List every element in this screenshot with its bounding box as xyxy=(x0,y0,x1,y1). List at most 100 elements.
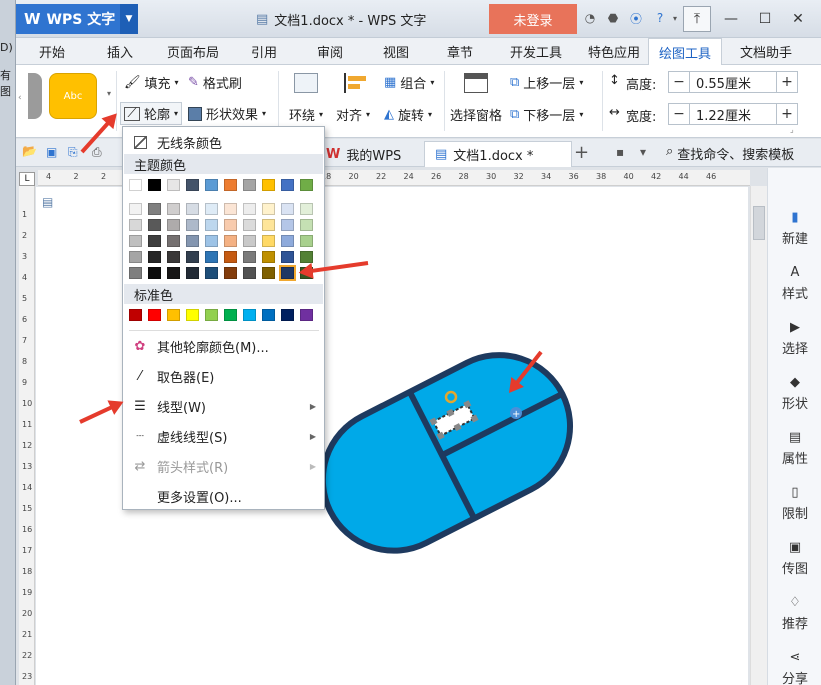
tab-doc-assistant[interactable]: 文档助手 xyxy=(728,38,804,65)
height-input[interactable]: 0.55厘米 xyxy=(689,72,777,92)
group-button[interactable]: ▦ 组合 ▾ xyxy=(384,73,434,92)
theme-color-swatch[interactable] xyxy=(148,267,161,279)
standard-color-swatch[interactable] xyxy=(205,309,218,321)
theme-color-swatch[interactable] xyxy=(262,251,275,263)
menu-more-outline-colors[interactable]: ✿ 其他轮廓颜色(M)... xyxy=(123,331,324,361)
tab-drawing-tools[interactable]: 绘图工具 xyxy=(648,38,722,66)
save-icon[interactable]: ▣ xyxy=(46,145,57,159)
theme-color-swatch[interactable] xyxy=(148,179,161,191)
width-input[interactable]: 1.22厘米 xyxy=(689,104,777,124)
selection-pane-button[interactable]: 选择窗格 xyxy=(450,105,502,124)
tab-list-icon[interactable]: ▪ xyxy=(616,145,624,159)
panel-shape[interactable]: ◆ 形状 xyxy=(768,375,821,412)
new-tab-button[interactable]: + xyxy=(574,142,589,163)
menu-eyedropper[interactable]: ⁄ 取色器(E) xyxy=(123,361,324,391)
theme-color-swatch[interactable] xyxy=(129,235,142,247)
theme-color-swatch[interactable] xyxy=(186,251,199,263)
theme-color-swatch[interactable] xyxy=(224,235,237,247)
fill-button[interactable]: 🖌 填充 ▾ xyxy=(124,73,179,92)
tab-special[interactable]: 特色应用 xyxy=(578,38,650,65)
theme-color-swatch[interactable] xyxy=(148,251,161,263)
tab-menu-icon[interactable]: ▾ xyxy=(640,145,646,159)
tab-page-layout[interactable]: 页面布局 xyxy=(156,38,230,65)
standard-color-swatch[interactable] xyxy=(129,309,142,321)
theme-color-swatch[interactable] xyxy=(205,203,218,215)
standard-color-swatch[interactable] xyxy=(281,309,294,321)
theme-color-swatch[interactable] xyxy=(167,203,180,215)
theme-color-swatch[interactable] xyxy=(300,235,313,247)
theme-color-swatch[interactable] xyxy=(205,267,218,279)
theme-color-swatch[interactable] xyxy=(224,251,237,263)
theme-color-swatch[interactable] xyxy=(205,179,218,191)
tab-chapter[interactable]: 章节 xyxy=(436,38,484,65)
menu-dash-type[interactable]: ┄ 虚线线型(S) ▶ xyxy=(123,421,324,451)
bring-forward-button[interactable]: ⧉ 上移一层 ▾ xyxy=(510,73,583,92)
theme-color-swatch[interactable] xyxy=(129,179,142,191)
restore-up-icon[interactable]: ⤒ xyxy=(683,6,711,32)
minimize-icon[interactable]: — xyxy=(717,6,745,32)
standard-color-swatch[interactable] xyxy=(300,309,313,321)
theme-color-swatch[interactable] xyxy=(129,219,142,231)
selection-pane-icon[interactable] xyxy=(464,73,488,93)
theme-color-swatch[interactable] xyxy=(300,179,313,191)
theme-color-swatch[interactable] xyxy=(224,203,237,215)
theme-color-swatch[interactable] xyxy=(129,251,142,263)
standard-color-swatch[interactable] xyxy=(262,309,275,321)
theme-color-swatch[interactable] xyxy=(279,265,296,281)
tab-my-wps[interactable]: W 我的WPS xyxy=(316,141,411,167)
width-minus-button[interactable]: − xyxy=(669,104,689,124)
theme-color-swatch[interactable] xyxy=(148,203,161,215)
maximize-icon[interactable]: ☐ xyxy=(751,6,779,32)
style-preview-abc[interactable]: Abc xyxy=(49,73,97,119)
share-icon[interactable]: ⦿ xyxy=(629,11,643,26)
theme-color-swatch[interactable] xyxy=(262,267,275,279)
vertical-scrollbar[interactable] xyxy=(750,186,767,685)
theme-color-swatch[interactable] xyxy=(186,203,199,215)
theme-color-swatch[interactable] xyxy=(281,219,294,231)
tab-document1[interactable]: ▤ 文档1.docx * xyxy=(424,141,572,167)
theme-color-swatch[interactable] xyxy=(262,235,275,247)
theme-color-swatch[interactable] xyxy=(262,219,275,231)
theme-color-swatch[interactable] xyxy=(186,219,199,231)
panel-new[interactable]: ▮ 新建 xyxy=(768,210,821,247)
theme-color-swatch[interactable] xyxy=(167,235,180,247)
close-icon[interactable]: ✕ xyxy=(784,6,812,32)
theme-color-swatch[interactable] xyxy=(300,203,313,215)
standard-color-swatch[interactable] xyxy=(186,309,199,321)
app-menu-dropdown-icon[interactable]: ▼ xyxy=(120,4,138,34)
theme-color-swatch[interactable] xyxy=(205,235,218,247)
dialog-launcher-icon[interactable]: ⌟ xyxy=(790,125,794,134)
print-icon[interactable]: ⎙ xyxy=(92,145,102,160)
open-icon[interactable]: 📂 xyxy=(22,144,37,158)
align-icon[interactable] xyxy=(344,73,368,93)
theme-color-swatch[interactable] xyxy=(243,235,256,247)
send-backward-button[interactable]: ⧉ 下移一层 ▾ xyxy=(510,105,583,124)
theme-color-swatch[interactable] xyxy=(281,203,294,215)
theme-color-swatch[interactable] xyxy=(243,203,256,215)
settings-icon[interactable]: ⬣ xyxy=(606,11,620,25)
theme-color-swatch[interactable] xyxy=(281,251,294,263)
tab-view[interactable]: 视图 xyxy=(372,38,420,65)
shape-effect-button[interactable]: 形状效果 ▾ xyxy=(188,104,266,123)
theme-color-swatch[interactable] xyxy=(129,203,142,215)
panel-share[interactable]: ⋖ 分享 xyxy=(768,650,821,685)
output-icon[interactable]: ⎘ xyxy=(68,145,78,160)
outline-button[interactable]: ⟋ 轮廓 ▾ xyxy=(120,102,183,125)
menu-no-line-color[interactable]: 无线条颜色 xyxy=(123,127,324,157)
panel-properties[interactable]: ▤ 属性 xyxy=(768,430,821,467)
width-spinner[interactable]: − 1.22厘米 + xyxy=(668,103,798,125)
standard-color-swatch[interactable] xyxy=(243,309,256,321)
panel-restrict[interactable]: ▯ 限制 xyxy=(768,485,821,522)
theme-color-swatch[interactable] xyxy=(148,235,161,247)
rotate-button[interactable]: ◭ 旋转 ▾ xyxy=(384,105,432,124)
theme-color-swatch[interactable] xyxy=(205,251,218,263)
width-plus-button[interactable]: + xyxy=(777,104,797,124)
menu-line-type[interactable]: ☰ 线型(W) ▶ xyxy=(123,391,324,421)
theme-color-swatch[interactable] xyxy=(167,267,180,279)
tab-insert[interactable]: 插入 xyxy=(96,38,144,65)
vertical-ruler[interactable]: 1 2 3 4 5 6 7 8 9 10 11 12 13 14 15 16 17 18 19 20 21 22 23 xyxy=(19,186,35,685)
align-button[interactable]: 对齐 ▾ xyxy=(336,105,370,124)
theme-color-swatch[interactable] xyxy=(224,179,237,191)
tab-home[interactable]: 开始 xyxy=(26,38,78,65)
theme-color-swatch[interactable] xyxy=(300,251,313,263)
